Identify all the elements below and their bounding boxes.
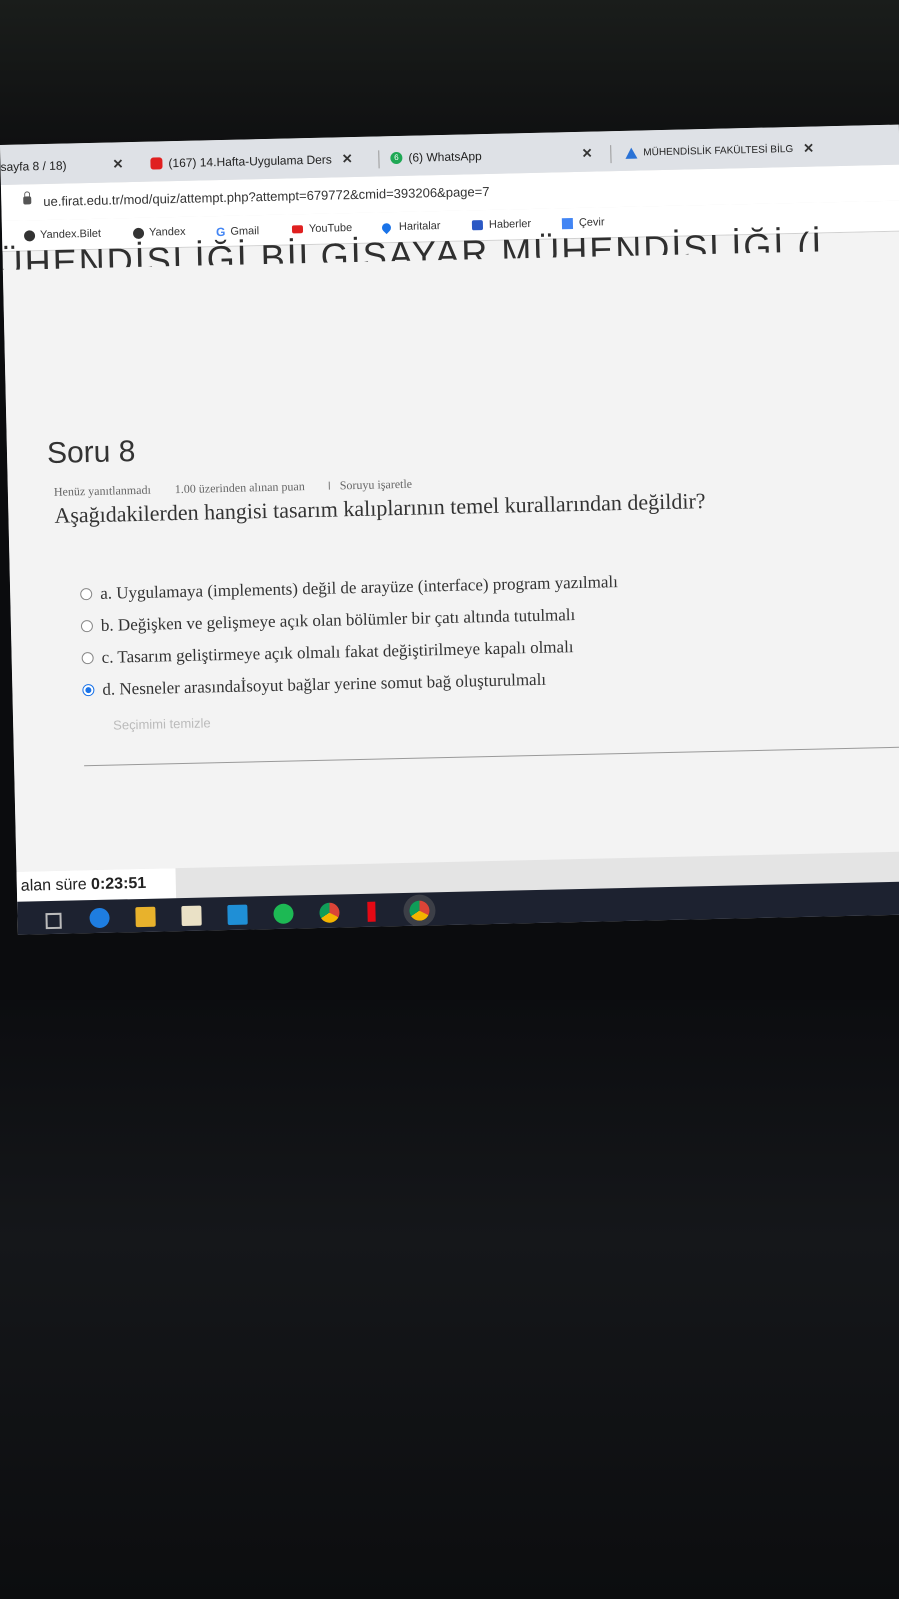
youtube-icon <box>291 225 304 234</box>
flag-label: Soruyu işaretle <box>339 476 413 493</box>
question-points: 1.00 üzerinden alınan puan <box>174 479 305 497</box>
clear-choice-link[interactable]: Seçimimi temizle <box>113 715 211 732</box>
tab-divider <box>610 145 612 164</box>
background-top <box>0 0 899 145</box>
question-number: Soru 8 <box>46 435 136 471</box>
option-label: c. Tasarım geliştirmeye açık olmalı faka… <box>101 637 574 667</box>
option-label: b. Değişken ve gelişmeye açık olan bölüm… <box>100 605 576 635</box>
tab-label: sayfa 8 / 18) <box>0 158 67 174</box>
tab-label: MÜHENDİSLİK FAKÜLTESİ BİLG <box>643 143 794 158</box>
mail-icon[interactable] <box>227 904 248 926</box>
lock-icon <box>23 196 32 205</box>
tab-whatsapp[interactable]: 6 (6) WhatsApp ✕ <box>390 140 593 173</box>
flag-question[interactable]: Soruyu işaretle <box>328 476 437 493</box>
tab-youtube[interactable]: (167) 14.Hafta-Uygulama Ders ✕ <box>150 145 353 178</box>
tab-label: (6) WhatsApp <box>408 149 482 165</box>
url-text[interactable]: ue.firat.edu.tr/mod/quiz/attempt.php?att… <box>43 184 490 209</box>
divider <box>84 746 899 767</box>
radio-b[interactable] <box>80 620 94 633</box>
tab-label: (167) 14.Hafta-Uygulama Ders <box>168 152 332 171</box>
close-icon[interactable]: ✕ <box>112 156 123 172</box>
radio-c[interactable] <box>81 652 94 665</box>
edge-icon[interactable] <box>89 907 110 929</box>
time-remaining: alan süre 0:23:51 <box>16 868 177 902</box>
radio-a[interactable] <box>80 588 93 601</box>
tab-faculty[interactable]: MÜHENDİSLİK FAKÜLTESİ BİLG ✕ <box>625 135 814 167</box>
radio-d[interactable] <box>82 684 95 697</box>
quiz-page: ÜHENDİSLİĞİ BİLGİSAYAR MÜHENDİSLİĞİ (İ S… <box>0 224 899 872</box>
spotify-icon[interactable] <box>273 903 294 924</box>
task-view-icon[interactable] <box>45 912 62 930</box>
background-bottom <box>0 1000 899 1599</box>
tab-quiz[interactable]: sayfa 8 / 18) ✕ <box>0 150 124 181</box>
question-status: Henüz yanıtlanmadı <box>53 482 151 499</box>
flag-icon <box>328 481 336 490</box>
drive-icon <box>625 147 638 159</box>
option-label: d. Nesneler arasındaİsoyut bağlar yerine… <box>102 669 547 699</box>
laptop-screen: sayfa 8 / 18) ✕ (167) 14.Hafta-Uygulama … <box>0 124 899 935</box>
close-icon[interactable]: ✕ <box>582 146 593 162</box>
youtube-icon <box>150 157 163 170</box>
tab-divider <box>378 150 380 169</box>
store-icon[interactable] <box>181 905 202 927</box>
whatsapp-icon: 6 <box>390 151 403 165</box>
timer-value: 0:23:51 <box>90 874 147 894</box>
close-icon[interactable]: ✕ <box>342 151 353 167</box>
file-explorer-icon[interactable] <box>135 906 156 928</box>
chrome-active-icon[interactable] <box>409 900 430 921</box>
netflix-icon[interactable] <box>367 901 376 922</box>
close-icon[interactable]: ✕ <box>803 141 814 157</box>
answer-options: a. Uygulamaya (implements) değil de aray… <box>80 566 621 706</box>
chrome-icon[interactable] <box>319 902 340 923</box>
timer-label: alan süre <box>20 876 87 895</box>
